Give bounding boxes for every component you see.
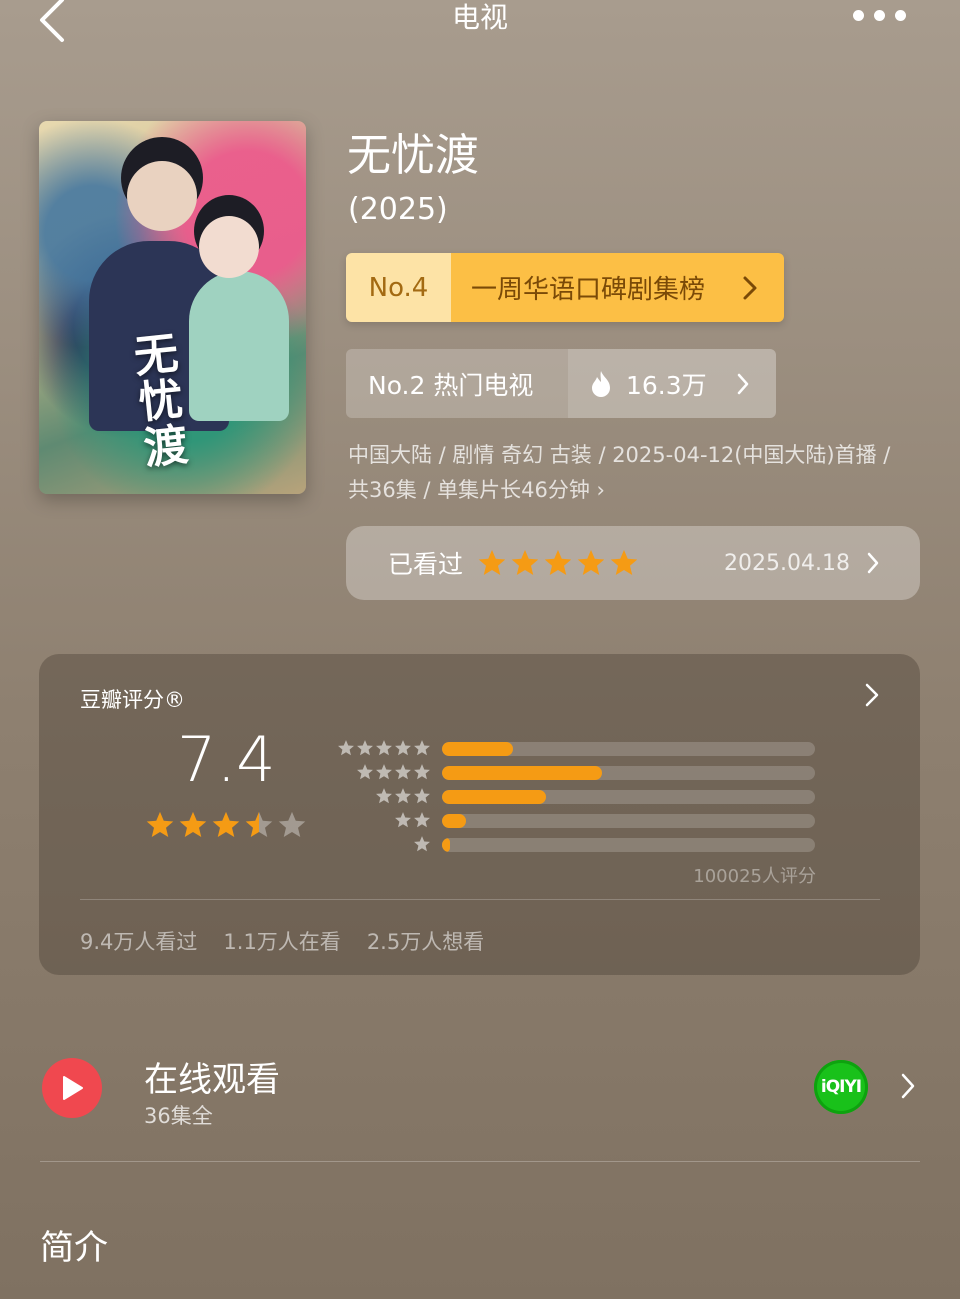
poster-figure [199,216,259,278]
star-icon [338,740,354,756]
star-icon [376,740,392,756]
heat-value: 16.3万 [568,349,776,418]
star-icon [376,764,392,780]
chevron-right-icon [867,552,879,574]
star-icon [278,811,306,837]
distribution-stars [335,787,431,805]
divider [40,1161,920,1162]
star-icon [395,812,411,828]
distribution-bar-track [442,742,815,756]
distribution-bar [442,766,603,780]
distribution-row [335,784,815,808]
distribution-stars [335,835,431,853]
star-icon [414,812,430,828]
douban-score-stars [145,810,307,840]
rating-count: 100025人评分 [693,866,816,887]
distribution-bar-track [442,790,815,804]
star-icon [414,836,430,852]
star-icon [357,764,373,780]
stat-want: 2.5万人想看 [366,930,485,954]
top-bar: 电视 [0,0,960,44]
watched-label: 已看过 [388,550,464,579]
star-icon [395,788,411,804]
stat-watching: 1.1万人在看 [223,930,341,954]
rating-distribution [335,736,815,856]
star-icon [357,740,373,756]
star-icon [414,764,430,780]
watched-date: 2025.04.18 [724,550,850,576]
heat-count: 16.3万 [626,370,707,400]
rank-list-name: 一周华语口碑剧集榜 [471,275,706,305]
more-dots-icon[interactable] [853,10,906,21]
star-icon [146,811,174,837]
star-icon [414,740,430,756]
distribution-bar-track [442,838,815,852]
star-icon [544,549,572,575]
star-icon [245,811,273,837]
stat-watched: 9.4万人看过 [80,930,198,954]
star-icon [414,788,430,804]
star-icon [212,811,240,837]
audience-stats: 9.4万人看过 1.1万人在看 2.5万人想看 [80,926,484,956]
distribution-bar [442,742,513,756]
movie-title: 无忧渡 [347,130,479,181]
distribution-bar-track [442,766,815,780]
douban-rating-title: 豆瓣评分® [80,688,185,712]
distribution-stars [335,763,431,781]
star-icon [179,811,207,837]
star-icon [610,549,638,575]
distribution-stars [335,811,431,829]
page-title: 电视 [451,1,508,34]
chevron-right-icon [901,1073,915,1099]
distribution-row [335,808,815,832]
distribution-stars [335,739,431,757]
star-icon [395,764,411,780]
iqiyi-logo: iQIYI [814,1060,868,1114]
distribution-row [335,736,815,760]
poster-image[interactable]: 无忧渡 [39,121,306,494]
poster-calligraphy: 无忧渡 [131,327,191,475]
play-icon [42,1058,102,1118]
watched-status-bar[interactable]: 已看过 2025.04.18 [346,526,920,600]
douban-rating-panel[interactable]: 豆瓣评分® 7.4 100025人评分 9.4万人看过 1.1万人在看 2.5万… [39,654,920,975]
watch-online-row[interactable]: 在线观看 36集全 iQIYI [40,1050,920,1132]
movie-meta-info[interactable]: 中国大陆 / 剧情 奇幻 古装 / 2025-04-12(中国大陆)首播 / 共… [348,438,908,508]
distribution-bar [442,790,547,804]
distribution-bar [442,838,451,852]
chevron-right-icon [743,276,757,299]
intro-section-title: 简介 [40,1228,108,1268]
distribution-row [335,760,815,784]
rank-number: No.4 [346,253,451,322]
distribution-row [335,832,815,856]
rank-list-label: 一周华语口碑剧集榜 [451,253,784,322]
user-rating-stars [477,548,639,578]
watch-online-title: 在线观看 [144,1060,280,1100]
douban-score: 7.4 [177,723,276,796]
distribution-bar-track [442,814,815,828]
movie-year: (2025) [348,192,448,227]
hot-rank-label: No.2 热门电视 [346,349,568,418]
star-icon [395,740,411,756]
star-icon [478,549,506,575]
distribution-bar [442,814,467,828]
star-icon [511,549,539,575]
rank-badge-hot[interactable]: No.2 热门电视 16.3万 [346,349,776,418]
episode-count: 36集全 [144,1104,213,1128]
divider [80,899,880,900]
chevron-right-icon[interactable] [864,682,880,708]
flame-icon [592,370,610,397]
chevron-right-icon [737,373,749,394]
star-icon [376,788,392,804]
rank-badge-weekly[interactable]: No.4 一周华语口碑剧集榜 [346,253,784,322]
poster-figure [127,161,197,231]
star-icon [577,549,605,575]
